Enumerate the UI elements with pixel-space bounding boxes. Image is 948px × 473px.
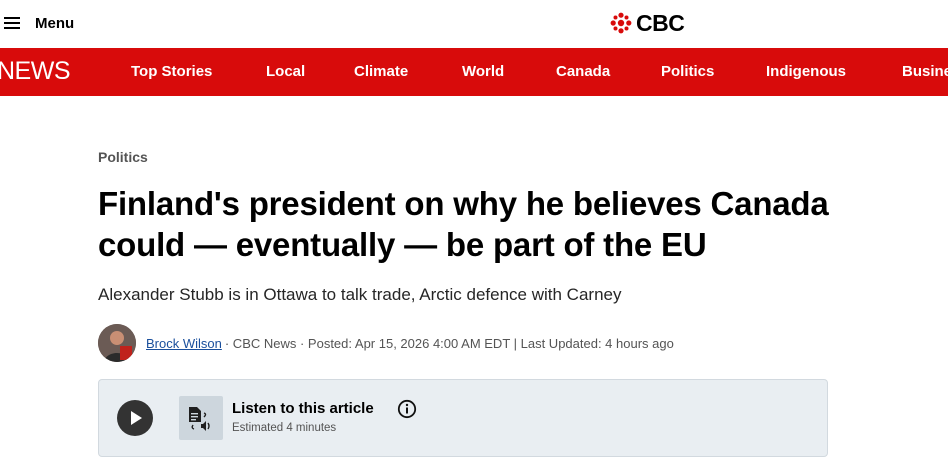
listen-estimate: Estimated 4 minutes: [232, 422, 337, 434]
byline-meta: · CBC News · Posted: Apr 15, 2026 4:00 A…: [224, 335, 674, 351]
play-icon: [131, 411, 142, 425]
nav-brand[interactable]: NEWS: [0, 57, 71, 86]
author-avatar[interactable]: [98, 324, 136, 362]
play-button[interactable]: [117, 400, 153, 436]
headline: Finland's president on why he believes C…: [98, 185, 829, 263]
info-icon[interactable]: [397, 399, 417, 419]
cbc-logo[interactable]: CBC: [610, 9, 685, 37]
nav-item-top-stories[interactable]: Top Stories: [131, 63, 212, 80]
text-to-audio-icon: [179, 396, 223, 440]
avatar-image: [98, 324, 136, 362]
listen-article-panel: Listen to this article Estimated 4 minut…: [98, 379, 828, 457]
menu-label: Menu: [35, 14, 75, 32]
section-nav: NEWS Top Stories Local Climate World Can…: [0, 48, 948, 96]
logo-text: CBC: [636, 9, 685, 36]
nav-item-indigenous[interactable]: Indigenous: [766, 63, 846, 80]
nav-item-canada[interactable]: Canada: [556, 63, 610, 80]
subheadline: Alexander Stubb is in Ottawa to talk tra…: [98, 285, 622, 304]
menu-button[interactable]: Menu: [4, 12, 74, 34]
cbc-gem-icon: [610, 12, 632, 34]
author-link[interactable]: Brock Wilson: [146, 336, 222, 351]
section-label[interactable]: Politics: [98, 149, 148, 165]
hamburger-icon: [4, 17, 20, 29]
top-bar: Menu CBC: [0, 0, 948, 48]
nav-item-world[interactable]: World: [462, 63, 504, 80]
nav-item-local[interactable]: Local: [266, 63, 305, 80]
byline: Brock Wilson · CBC News · Posted: Apr 15…: [98, 323, 674, 363]
nav-item-politics[interactable]: Politics: [661, 63, 714, 80]
listen-title[interactable]: Listen to this article: [232, 400, 374, 417]
nav-item-business[interactable]: Business: [902, 63, 948, 80]
nav-item-climate[interactable]: Climate: [354, 63, 408, 80]
